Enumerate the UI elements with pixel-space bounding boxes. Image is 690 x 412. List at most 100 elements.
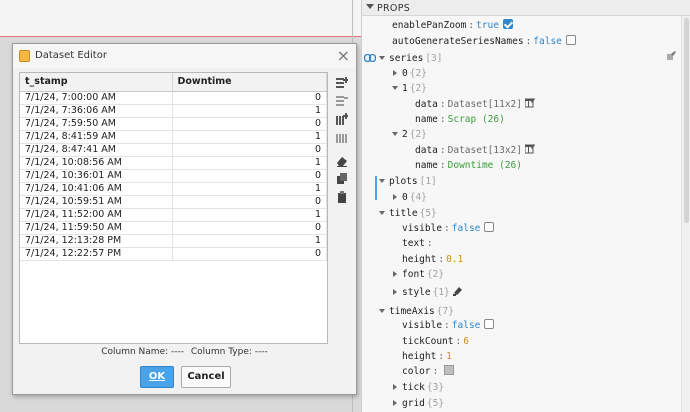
cell-t-stamp[interactable]: 7/1/24, 10:08:56 AM <box>20 156 173 170</box>
checkbox-unchecked[interactable] <box>484 319 495 329</box>
cell-t-stamp[interactable]: 7/1/24, 12:22:57 PM <box>20 247 173 261</box>
table-row[interactable]: 7/1/24, 10:41:06 AM 1 <box>20 182 327 196</box>
eraser-icon[interactable] <box>335 154 349 168</box>
chevron-down-icon[interactable] <box>379 211 385 215</box>
column-header-downtime[interactable]: Downtime <box>172 73 327 92</box>
chevron-down-icon[interactable] <box>392 86 398 90</box>
prop-series-1-name[interactable]: name: Scrap (26) <box>415 113 505 127</box>
prop-timeAxis-color[interactable]: color: <box>402 365 455 379</box>
prop-plots[interactable]: plots [1] <box>379 175 437 189</box>
cell-downtime[interactable]: 0 <box>172 195 327 209</box>
cell-downtime[interactable]: 1 <box>172 182 327 196</box>
chevron-down-icon[interactable] <box>379 179 385 183</box>
prop-title-font[interactable]: font {2} <box>393 268 444 282</box>
cell-downtime[interactable]: 1 <box>172 130 327 144</box>
table-row[interactable]: 7/1/24, 8:41:59 AM 1 <box>20 130 327 144</box>
prop-title-style[interactable]: style {1} <box>393 286 463 300</box>
prop-series-1[interactable]: 1 {2} <box>392 82 427 96</box>
chevron-right-icon[interactable] <box>393 289 397 295</box>
chevron-right-icon[interactable] <box>393 384 397 390</box>
checkbox-unchecked[interactable] <box>484 222 495 232</box>
prop-timeAxis-visible[interactable]: visible: false <box>402 319 495 333</box>
prop-series-1-data[interactable]: data: Dataset[11x2] <box>415 98 535 112</box>
table-row[interactable]: 7/1/24, 10:08:56 AM 1 <box>20 156 327 170</box>
table-row[interactable]: 7/1/24, 10:36:01 AM 0 <box>20 169 327 183</box>
prop-title[interactable]: title {5} <box>379 207 437 221</box>
cell-t-stamp[interactable]: 7/1/24, 8:47:41 AM <box>20 143 173 157</box>
prop-timeAxis-tickCount[interactable]: tickCount:6 <box>402 335 469 349</box>
prop-value[interactable]: 0.1 <box>446 254 463 265</box>
prop-plots-0[interactable]: 0 {4} <box>393 191 427 205</box>
cancel-button[interactable]: Cancel <box>181 366 231 388</box>
link-icon[interactable] <box>364 54 376 62</box>
prop-value[interactable]: Dataset[11x2] <box>448 99 522 110</box>
prop-value[interactable]: 1 <box>446 351 452 362</box>
prop-value[interactable]: false <box>452 223 481 234</box>
table-row[interactable]: 7/1/24, 7:36:06 AM 1 <box>20 104 327 118</box>
chevron-right-icon[interactable] <box>393 400 397 406</box>
remove-row-icon[interactable] <box>335 94 349 108</box>
cell-downtime[interactable]: 0 <box>172 247 327 261</box>
cell-t-stamp[interactable]: 7/1/24, 8:41:59 AM <box>20 130 173 144</box>
copy-icon[interactable] <box>335 172 349 186</box>
dataset-editor-icon[interactable] <box>524 144 535 154</box>
checkbox-checked[interactable] <box>502 19 513 29</box>
cell-downtime[interactable]: 0 <box>172 221 327 235</box>
prop-title-height[interactable]: height:0.1 <box>402 253 463 267</box>
table-row[interactable]: 7/1/24, 12:13:28 PM 1 <box>20 234 327 248</box>
chevron-right-icon[interactable] <box>393 70 397 76</box>
prop-value[interactable]: Scrap (26) <box>448 114 505 125</box>
prop-series-2[interactable]: 2 {2} <box>392 128 427 142</box>
table-row[interactable]: 7/1/24, 8:47:41 AM 0 <box>20 143 327 157</box>
prop-timeAxis-tick[interactable]: tick {3} <box>393 381 444 395</box>
prop-title-visible[interactable]: visible: false <box>402 222 495 236</box>
paste-icon[interactable] <box>335 190 349 204</box>
prop-title-text[interactable]: text: <box>402 237 435 251</box>
table-row[interactable]: 7/1/24, 12:22:57 PM 0 <box>20 247 327 261</box>
cell-downtime[interactable]: 1 <box>172 156 327 170</box>
close-icon[interactable]: × <box>337 46 350 65</box>
table-row[interactable]: 7/1/24, 7:59:50 AM 0 <box>20 117 327 131</box>
prop-value[interactable]: 6 <box>463 336 469 347</box>
add-row-icon[interactable] <box>335 76 349 90</box>
cell-t-stamp[interactable]: 7/1/24, 11:59:50 AM <box>20 221 173 235</box>
edit-array-icon[interactable] <box>667 51 676 60</box>
prop-series-0[interactable]: 0 {2} <box>393 67 427 81</box>
cell-t-stamp[interactable]: 7/1/24, 7:00:00 AM <box>20 91 173 105</box>
chevron-right-icon[interactable] <box>393 271 397 277</box>
dataset-table[interactable]: t_stamp Downtime 7/1/24, 7:00:00 AM 0 7/1/… <box>19 72 328 344</box>
prop-value[interactable]: false <box>452 320 481 331</box>
prop-timeAxis-height[interactable]: height:1 <box>402 350 452 364</box>
checkbox-unchecked[interactable] <box>565 35 576 45</box>
cell-t-stamp[interactable]: 7/1/24, 10:41:06 AM <box>20 182 173 196</box>
cell-t-stamp[interactable]: 7/1/24, 7:59:50 AM <box>20 117 173 131</box>
cell-t-stamp[interactable]: 7/1/24, 10:36:01 AM <box>20 169 173 183</box>
cell-t-stamp[interactable]: 7/1/24, 12:13:28 PM <box>20 234 173 248</box>
prop-timeAxis-grid[interactable]: grid {5} <box>393 397 444 411</box>
cell-downtime[interactable]: 1 <box>172 208 327 222</box>
table-row[interactable]: 7/1/24, 10:59:51 AM 0 <box>20 195 327 209</box>
prop-enablePanZoom[interactable]: enablePanZoom: true <box>392 19 513 33</box>
table-row[interactable]: 7/1/24, 7:00:00 AM 0 <box>20 91 327 105</box>
props-scrollbar[interactable] <box>681 16 690 412</box>
prop-timeAxis[interactable]: timeAxis {7} <box>379 305 454 319</box>
prop-value[interactable]: Downtime (26) <box>448 160 522 171</box>
prop-value[interactable]: false <box>533 36 562 47</box>
cell-downtime[interactable]: 1 <box>172 234 327 248</box>
prop-value[interactable]: Dataset[13x2] <box>448 145 522 156</box>
dialog-titlebar[interactable]: Dataset Editor × <box>13 44 356 68</box>
remove-column-icon[interactable] <box>335 130 349 144</box>
cell-t-stamp[interactable]: 7/1/24, 7:36:06 AM <box>20 104 173 118</box>
table-row[interactable]: 7/1/24, 11:59:50 AM 0 <box>20 221 327 235</box>
add-column-icon[interactable] <box>335 112 349 126</box>
chevron-down-icon[interactable] <box>392 132 398 136</box>
chevron-down-icon[interactable] <box>379 309 385 313</box>
prop-series-2-data[interactable]: data: Dataset[13x2] <box>415 144 535 158</box>
cell-downtime[interactable]: 0 <box>172 143 327 157</box>
dataset-editor-icon[interactable] <box>524 98 535 108</box>
column-header-t-stamp[interactable]: t_stamp <box>20 73 173 92</box>
prop-series[interactable]: series [3] <box>379 52 443 66</box>
scrollbar-thumb[interactable] <box>684 18 689 223</box>
table-row[interactable]: 7/1/24, 11:52:00 AM 1 <box>20 208 327 222</box>
ok-button[interactable]: OK <box>140 366 174 388</box>
